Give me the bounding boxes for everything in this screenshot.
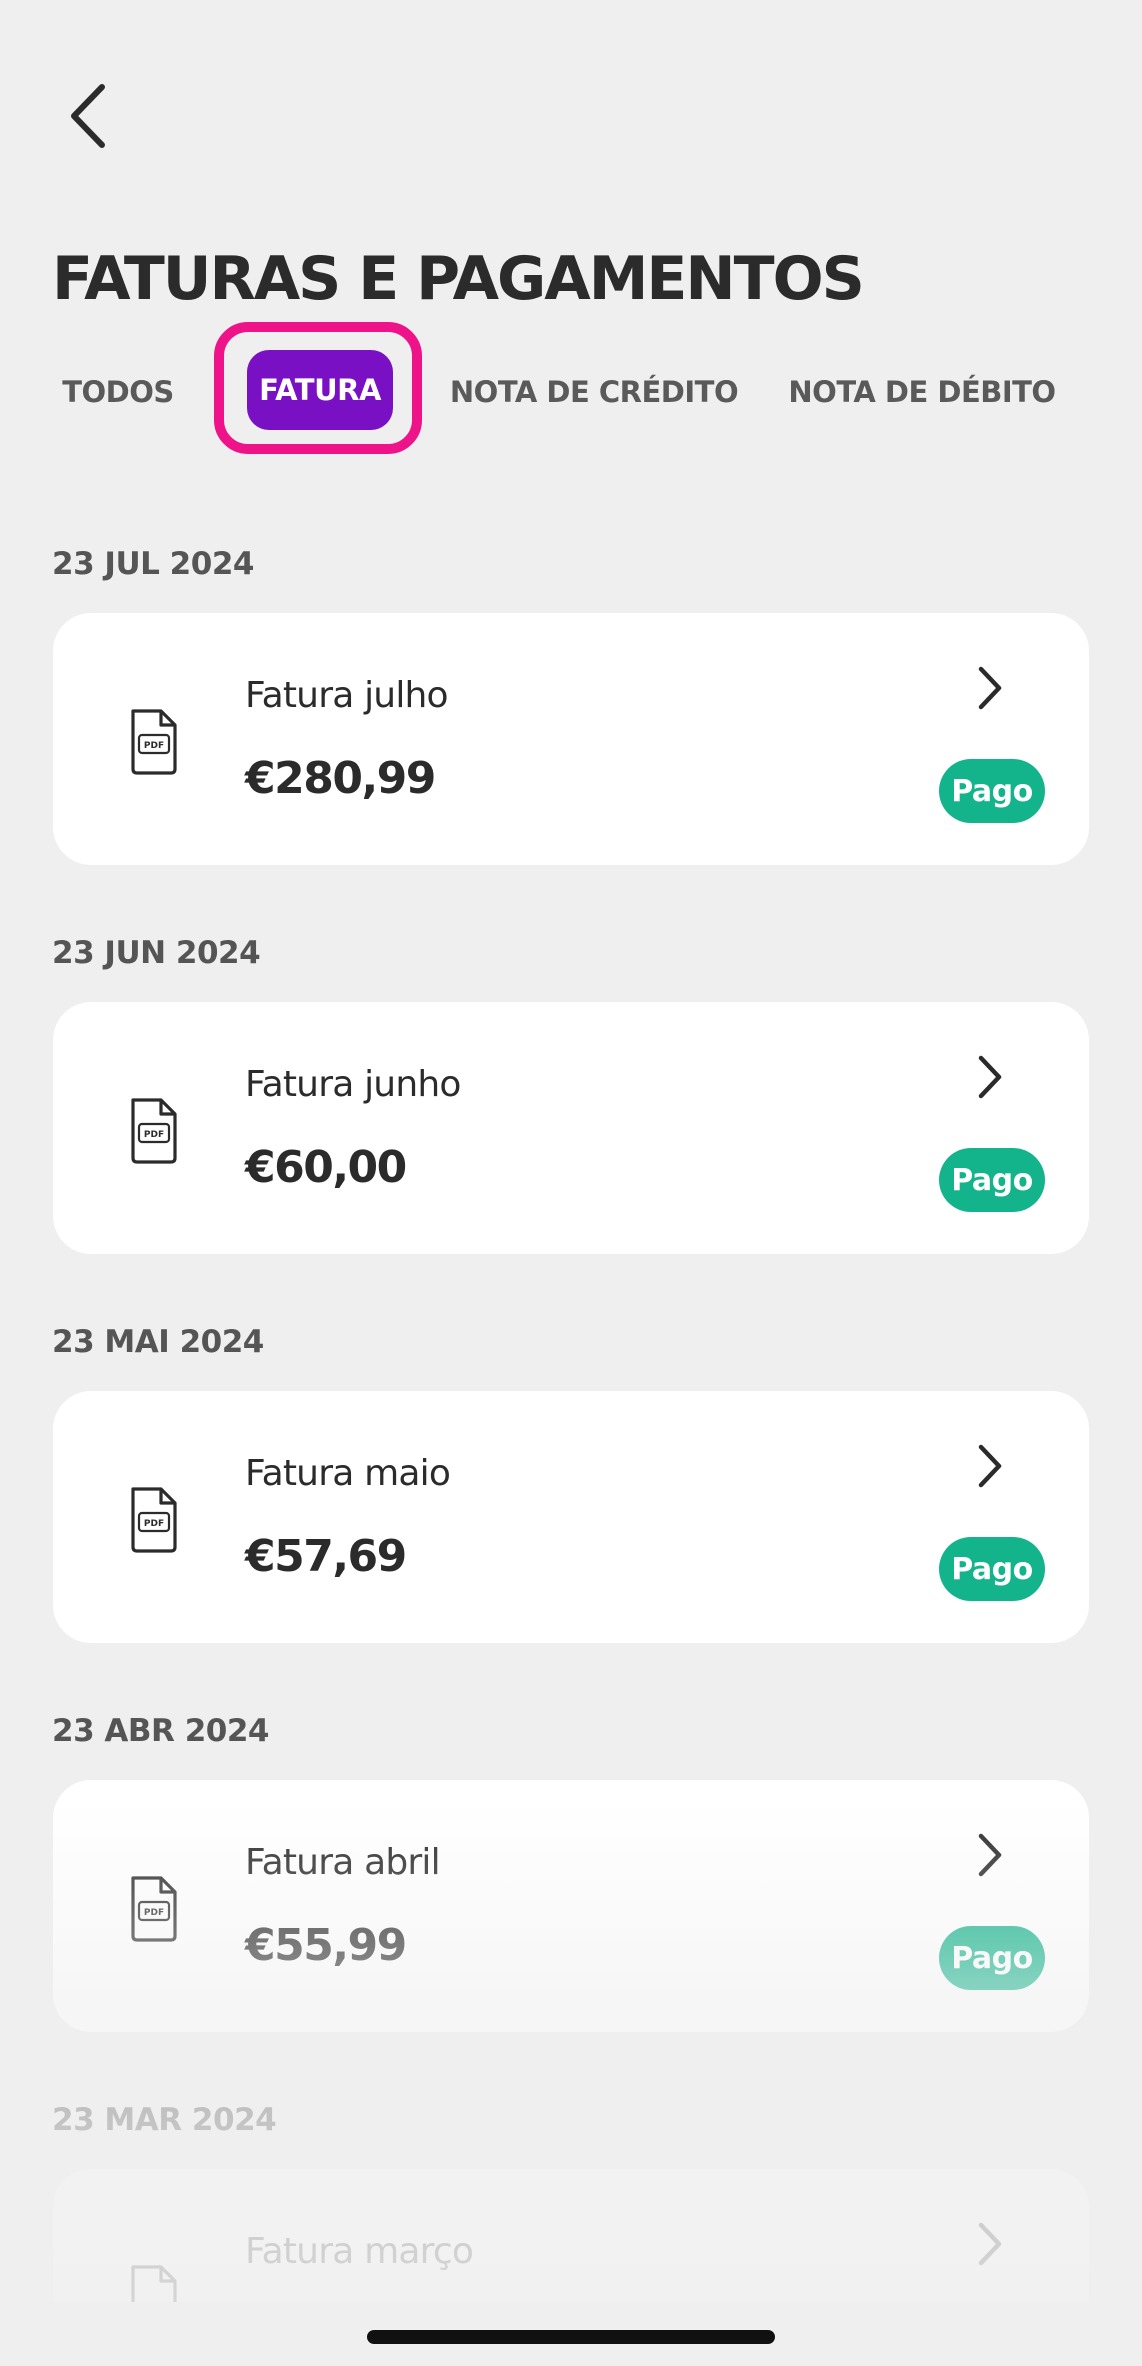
invoice-card-abril[interactable]: PDF Fatura abril €55,99 Pago [53,1780,1089,2032]
status-badge: Pago [939,1148,1045,1212]
tab-fatura[interactable]: FATURA [247,350,393,430]
status-badge: Pago [939,759,1045,823]
status-badge: Pago [939,1537,1045,1601]
invoice-card-julho[interactable]: PDF Fatura julho €280,99 Pago [53,613,1089,865]
back-button[interactable] [58,80,118,152]
tab-todos[interactable]: TODOS [60,352,176,432]
section-date: 23 JUL 2024 [52,546,254,582]
svg-text:PDF: PDF [144,1908,164,1918]
status-badge: Pago [939,1926,1045,1990]
invoice-name: Fatura março [245,2231,474,2272]
chevron-right-icon [978,1833,1002,1877]
filter-tabs: TODOS FATURA NOTA DE CRÉDITO NOTA DE DÉB… [0,322,1142,454]
section-date: 23 JUN 2024 [52,935,261,971]
page-title: FATURAS E PAGAMENTOS [52,244,865,314]
pdf-file-icon: PDF [131,709,177,775]
pdf-file-icon: PDF [131,1098,177,1164]
svg-text:PDF: PDF [144,1519,164,1529]
section-date: 23 MAI 2024 [52,1324,264,1360]
pdf-file-icon: PDF [131,1876,177,1942]
invoice-amount: €60,00 [245,1142,407,1193]
svg-text:PDF: PDF [144,1130,164,1140]
invoice-card-junho[interactable]: PDF Fatura junho €60,00 Pago [53,1002,1089,1254]
invoice-card-maio[interactable]: PDF Fatura maio €57,69 Pago [53,1391,1089,1643]
invoice-amount: €55,99 [245,1920,407,1971]
chevron-right-icon [978,1444,1002,1488]
invoice-name: Fatura junho [245,1064,461,1105]
section-date: 23 MAR 2024 [52,2102,277,2138]
invoice-name: Fatura julho [245,675,449,716]
tab-nota-de-credito[interactable]: NOTA DE CRÉDITO [450,352,739,432]
pdf-file-icon: PDF [131,1487,177,1553]
chevron-right-icon [978,1055,1002,1099]
invoice-amount: €280,99 [245,753,436,804]
home-indicator[interactable] [367,2330,775,2344]
svg-text:PDF: PDF [144,741,164,751]
invoice-amount: €57,69 [245,1531,407,1582]
section-date: 23 ABR 2024 [52,1713,270,1749]
tab-nota-de-debito[interactable]: NOTA DE DÉBITO [788,352,1056,432]
chevron-right-icon [978,666,1002,710]
invoice-name: Fatura abril [245,1842,441,1883]
chevron-left-icon [71,84,105,148]
chevron-right-icon [978,2222,1002,2266]
invoice-name: Fatura maio [245,1453,451,1494]
